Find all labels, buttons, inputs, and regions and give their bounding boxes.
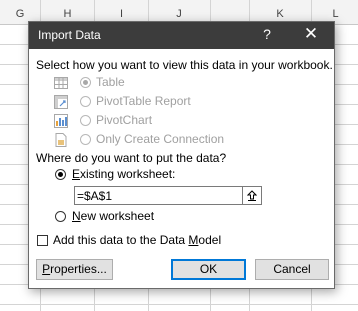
reference-field[interactable]	[74, 186, 262, 205]
table-icon	[54, 77, 68, 89]
column-header-j[interactable]: J	[149, 7, 209, 21]
new-worksheet-radio[interactable]	[55, 211, 66, 222]
table-option-label: Table	[96, 75, 125, 89]
table-radio[interactable]	[80, 77, 91, 88]
data-model-checkbox[interactable]	[37, 235, 48, 246]
column-header-h[interactable]: H	[41, 7, 94, 21]
new-worksheet-label: New worksheet	[72, 209, 155, 223]
view-prompt: Select how you want to view this data in…	[36, 58, 333, 72]
data-model-label: Add this data to the Data Model	[53, 233, 222, 247]
close-icon[interactable]: ✕	[302, 24, 320, 44]
help-icon[interactable]: ?	[260, 26, 274, 42]
column-header-i[interactable]: I	[95, 7, 148, 21]
pivottable-icon	[54, 95, 68, 109]
existing-worksheet-radio[interactable]	[55, 169, 66, 180]
cancel-button[interactable]: Cancel	[255, 259, 329, 280]
dialog-titlebar[interactable]: Import Data ? ✕	[29, 22, 334, 49]
pivottable-radio[interactable]	[80, 96, 91, 107]
column-header-g[interactable]: G	[0, 7, 40, 21]
connection-option-label: Only Create Connection	[96, 132, 225, 146]
collapse-dialog-button[interactable]	[242, 187, 261, 204]
arrow-up-icon	[247, 190, 257, 201]
import-data-dialog: Import Data ? ✕ Select how you want to v…	[28, 21, 335, 289]
connection-icon	[55, 133, 67, 147]
reference-input[interactable]	[77, 188, 242, 203]
dialog-title: Import Data	[38, 28, 101, 42]
properties-button[interactable]: Properties...	[36, 259, 113, 280]
column-header-l[interactable]: L	[313, 7, 358, 21]
pivotchart-radio[interactable]	[80, 115, 91, 126]
ok-button[interactable]: OK	[171, 259, 246, 280]
existing-worksheet-label: Existing worksheet:	[72, 167, 176, 181]
pivotchart-option-label: PivotChart	[96, 113, 153, 127]
column-header-k[interactable]: K	[250, 7, 310, 21]
pivottable-option-label: PivotTable Report	[96, 94, 191, 108]
pivotchart-icon	[54, 114, 68, 128]
location-prompt: Where do you want to put the data?	[36, 151, 227, 165]
connection-radio[interactable]	[80, 134, 91, 145]
